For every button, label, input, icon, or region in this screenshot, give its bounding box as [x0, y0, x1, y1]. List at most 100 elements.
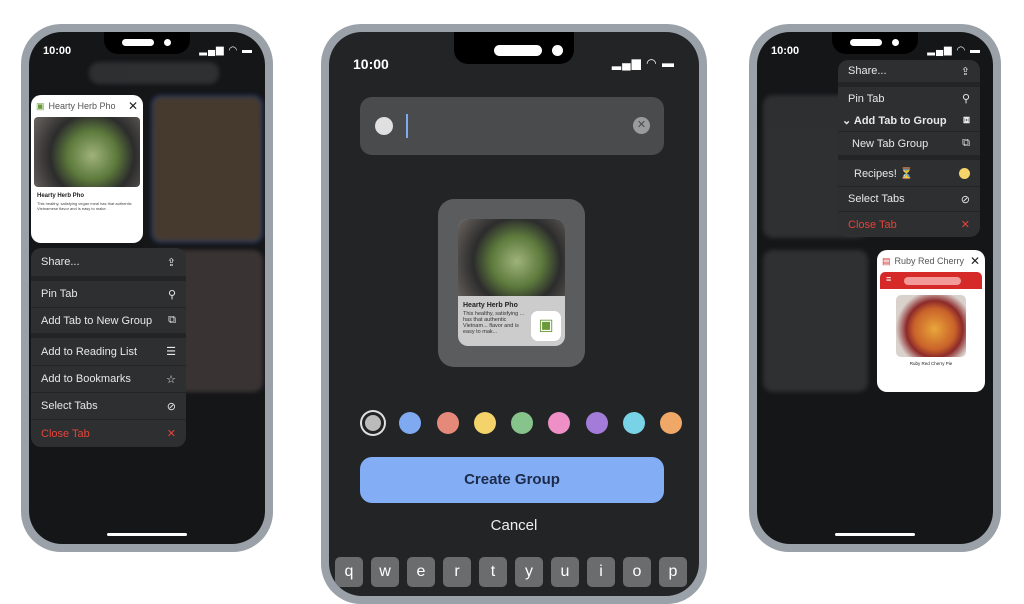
- new-group-icon: ⧉: [168, 314, 176, 326]
- close-tab-icon[interactable]: ✕: [970, 254, 980, 268]
- create-group-button[interactable]: Create Group: [360, 457, 664, 503]
- menu-label: Add to Bookmarks: [41, 373, 131, 385]
- menu-label: Close Tab: [848, 218, 897, 231]
- new-group-icon: ⧉: [962, 137, 970, 149]
- text-cursor: [406, 114, 408, 138]
- color-option[interactable]: [660, 412, 682, 434]
- tab-thumbnail-image: [34, 117, 140, 187]
- key-e[interactable]: e: [407, 557, 435, 587]
- menu-item-add-tab-to-new-group[interactable]: Add Tab to New Group ⧉: [31, 308, 186, 338]
- tab-body: This healthy, satisfying vegan meal has …: [37, 201, 132, 211]
- dynamic-island: [832, 32, 918, 54]
- status-time: 10:00: [771, 45, 800, 57]
- status-icons: ▂▄▆ ◠ ▬: [611, 56, 675, 70]
- home-indicator: [835, 533, 915, 536]
- menu-label: Select Tabs: [848, 193, 905, 205]
- color-dot-icon: [375, 117, 393, 135]
- color-option[interactable]: [622, 412, 645, 434]
- status-icons: ▂▄▆ ◠ ▬: [199, 45, 253, 56]
- menu-label: Close Tab: [41, 427, 90, 440]
- yellow-dot-icon: [959, 167, 970, 179]
- color-option[interactable]: [473, 412, 496, 434]
- color-picker: [362, 412, 682, 434]
- menu-item-recipes-group[interactable]: Recipes! ⏳: [838, 160, 980, 187]
- menu-item-select-tabs[interactable]: Select Tabs ⊘: [31, 393, 186, 420]
- key-t[interactable]: t: [479, 557, 507, 587]
- context-menu: Share... ⇪ Pin Tab ⚲ ⌄ Add Tab to Group ⧈ N…: [838, 60, 980, 237]
- menu-label: Pin Tab: [848, 92, 885, 105]
- color-option[interactable]: [511, 412, 533, 434]
- menu-item-pin-tab[interactable]: Pin Tab ⚲: [31, 281, 186, 308]
- checkmark-circle-icon: ⊘: [166, 400, 176, 413]
- menu-item-share[interactable]: Share... ⇪: [31, 248, 186, 281]
- color-option[interactable]: [362, 412, 384, 434]
- color-option[interactable]: [436, 412, 459, 434]
- key-y[interactable]: y: [515, 557, 543, 587]
- menu-item-add-to-reading-list[interactable]: Add to Reading List ☰: [31, 338, 186, 366]
- menu-label: Share...: [848, 65, 887, 77]
- right-phone: 10:00 ▂▄▆ ◠ ▬ Share... ⇪ Pin Tab ⚲ ⌄ Add T…: [749, 24, 1001, 552]
- close-icon: ✕: [166, 428, 176, 440]
- menu-item-new-tab-group[interactable]: New Tab Group ⧉: [838, 132, 980, 160]
- color-option[interactable]: [585, 412, 608, 434]
- site-header: ≡: [880, 272, 982, 289]
- tab-title: Ruby Red Cherry: [894, 256, 965, 266]
- dynamic-island: [454, 32, 574, 64]
- key-w[interactable]: w: [371, 557, 399, 587]
- key-i[interactable]: i: [587, 557, 615, 587]
- middle-phone: 10:00 ▂▄▆ ◠ ▬ ✕ Hearty Herb Pho This hea…: [321, 24, 707, 604]
- pie-image: [896, 295, 966, 357]
- menu-item-add-tab-to-group[interactable]: ⌄ Add Tab to Group ⧈: [838, 110, 980, 132]
- tab-title: Hearty Herb Pho: [48, 101, 116, 111]
- menu-item-close-tab[interactable]: Close Tab ✕: [31, 420, 186, 447]
- preview-body: This healthy, satisfying ... has that au…: [463, 311, 525, 335]
- key-r[interactable]: r: [443, 557, 471, 587]
- star-icon: ☆: [166, 373, 176, 386]
- cancel-button[interactable]: Cancel: [329, 517, 699, 534]
- dynamic-island: [104, 32, 190, 54]
- menu-label: Add to Reading List: [41, 345, 138, 358]
- home-indicator: [107, 533, 187, 536]
- share-icon: ⇪: [960, 65, 970, 78]
- menu-item-pin-tab[interactable]: Pin Tab ⚲: [838, 87, 980, 110]
- keyboard: qwertyuiop: [335, 557, 695, 596]
- checkmark-circle-icon: ⊘: [960, 193, 970, 206]
- key-o[interactable]: o: [623, 557, 651, 587]
- key-p[interactable]: p: [659, 557, 687, 587]
- middle-screen: 10:00 ▂▄▆ ◠ ▬ ✕ Hearty Herb Pho This hea…: [329, 32, 699, 596]
- key-q[interactable]: q: [335, 557, 363, 587]
- clear-icon[interactable]: ✕: [633, 117, 650, 134]
- menu-label: Select Tabs: [41, 400, 98, 412]
- tab-card-ruby-red-cherry[interactable]: ▤ Ruby Red Cherry ✕ ≡ Ruby Red Cherry Pi…: [877, 250, 985, 392]
- menu-label: New Tab Group: [852, 137, 929, 150]
- tab-favicon-icon: ▤: [882, 255, 891, 266]
- reading-list-icon: ☰: [166, 346, 176, 358]
- close-tab-icon[interactable]: ✕: [128, 99, 138, 113]
- preview-title: Hearty Herb Pho: [463, 302, 518, 309]
- right-screen: 10:00 ▂▄▆ ◠ ▬ Share... ⇪ Pin Tab ⚲ ⌄ Add T…: [757, 32, 993, 544]
- menu-label: Add Tab to New Group: [41, 314, 153, 327]
- menu-label: Share...: [41, 256, 80, 268]
- menu-label: Add Tab to Group: [853, 115, 947, 127]
- menu-item-close-tab[interactable]: Close Tab ✕: [838, 212, 980, 237]
- menu-item-select-tabs[interactable]: Select Tabs ⊘: [838, 187, 980, 212]
- menu-item-share[interactable]: Share... ⇪: [838, 60, 980, 87]
- key-u[interactable]: u: [551, 557, 579, 587]
- create-group-label: Create Group: [464, 471, 560, 488]
- tab-card-hearty-herb-pho[interactable]: ▣ Hearty Herb Pho ✕ Hearty Herb Pho This…: [31, 95, 143, 243]
- color-option[interactable]: [548, 412, 571, 434]
- share-icon: ⇪: [166, 256, 176, 269]
- preview-image: [458, 219, 565, 296]
- status-time: 10:00: [353, 56, 389, 72]
- menu-label: Pin Tab: [41, 288, 78, 300]
- group-name-field[interactable]: ✕: [360, 97, 664, 155]
- status-time: 10:00: [43, 45, 72, 57]
- left-screen: 10:00 ▂▄▆ ◠ ▬ ▣ Hearty Herb Pho ✕ Hearty…: [29, 32, 265, 544]
- tab-preview: Hearty Herb Pho This healthy, satisfying…: [438, 199, 585, 367]
- color-option[interactable]: [399, 412, 422, 434]
- pho-favicon-icon: ▣: [531, 311, 561, 341]
- open-group-icon: ⧈: [963, 114, 970, 126]
- menu-item-add-to-bookmarks[interactable]: Add to Bookmarks ☆: [31, 366, 186, 393]
- menu-label: Recipes! ⏳: [854, 167, 914, 180]
- tab-caption: Ruby Red Cherry Pie: [909, 361, 953, 366]
